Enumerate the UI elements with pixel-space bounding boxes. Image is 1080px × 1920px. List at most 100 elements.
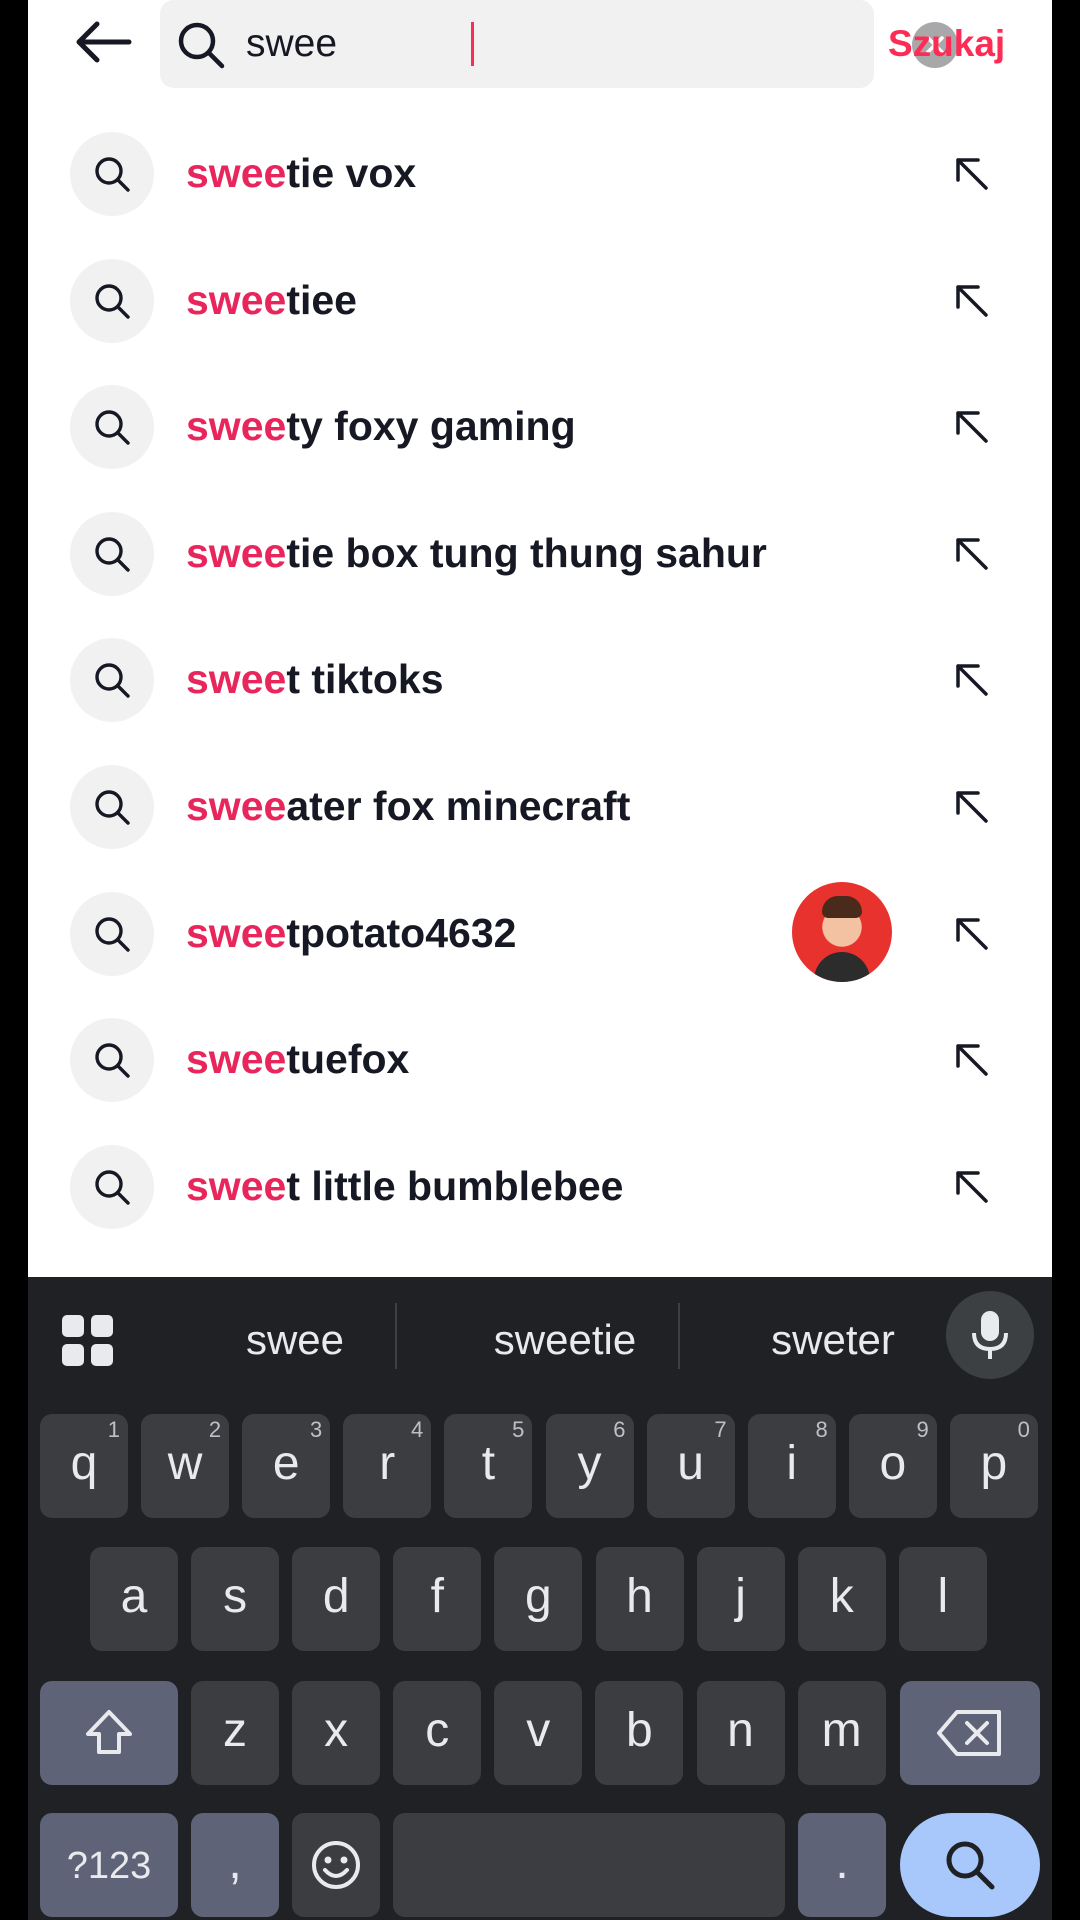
fill-query-arrow-icon[interactable] bbox=[950, 152, 992, 194]
suggestion-divider bbox=[395, 1303, 397, 1369]
voice-input-button[interactable] bbox=[946, 1291, 1034, 1379]
suggestion-match: swee bbox=[186, 529, 287, 576]
suggestion-item[interactable]: sweetuefox bbox=[28, 996, 1052, 1123]
key-label: l bbox=[937, 1570, 949, 1623]
back-button[interactable] bbox=[68, 10, 138, 74]
fill-query-arrow-icon[interactable] bbox=[950, 785, 992, 827]
text-cursor bbox=[471, 22, 474, 66]
key-label: c bbox=[425, 1704, 450, 1757]
suggestion-item[interactable]: sweetpotato4632 bbox=[28, 870, 1052, 997]
key-c[interactable]: c bbox=[393, 1681, 482, 1785]
key-label: h bbox=[626, 1570, 653, 1623]
keyboard-suggestion[interactable]: swee bbox=[170, 1305, 420, 1375]
suggestion-text: sweeater fox minecraft bbox=[186, 743, 630, 869]
suggestion-rest: ty foxy gaming bbox=[286, 403, 576, 450]
key-i[interactable]: i8 bbox=[747, 1414, 836, 1518]
key-o[interactable]: o9 bbox=[848, 1414, 937, 1518]
keyboard-suggestion[interactable]: sweetie bbox=[440, 1305, 690, 1375]
key-q[interactable]: q1 bbox=[40, 1414, 128, 1518]
key-e[interactable]: e3 bbox=[242, 1414, 331, 1518]
search-icon bbox=[70, 132, 154, 216]
period-key[interactable]: . bbox=[798, 1813, 886, 1917]
microphone-icon bbox=[972, 1311, 1008, 1359]
key-g[interactable]: g bbox=[494, 1547, 583, 1651]
symbols-key[interactable]: ?123 bbox=[40, 1813, 178, 1917]
key-k[interactable]: k bbox=[797, 1547, 886, 1651]
suggestion-item[interactable]: sweetie box tung thung sahur bbox=[28, 490, 1052, 617]
key-d[interactable]: d bbox=[292, 1547, 381, 1651]
key-x[interactable]: x bbox=[292, 1681, 381, 1785]
key-z[interactable]: z bbox=[191, 1681, 279, 1785]
key-w[interactable]: w2 bbox=[141, 1414, 230, 1518]
key-label: f bbox=[430, 1570, 444, 1623]
key-v[interactable]: v bbox=[494, 1681, 583, 1785]
search-key[interactable] bbox=[900, 1813, 1040, 1917]
apps-grid-icon[interactable] bbox=[62, 1315, 114, 1367]
backspace-icon bbox=[937, 1710, 1001, 1757]
back-arrow-icon bbox=[76, 21, 132, 63]
search-icon bbox=[70, 1018, 154, 1103]
suggestion-text: sweetuefox bbox=[186, 996, 409, 1122]
suggestion-rest: t tiktoks bbox=[286, 656, 444, 703]
on-screen-keyboard: swee sweetie sweter q1w2e3r4t5y6u7i8o9p0… bbox=[28, 1277, 1052, 1920]
key-hint: 3 bbox=[309, 1417, 323, 1442]
key-label: b bbox=[626, 1704, 653, 1757]
fill-query-arrow-icon[interactable] bbox=[950, 405, 992, 447]
key-label: ?123 bbox=[66, 1845, 152, 1887]
key-hint: 2 bbox=[208, 1417, 222, 1442]
key-label: n bbox=[727, 1704, 754, 1757]
key-label: i bbox=[786, 1437, 798, 1490]
key-y[interactable]: y6 bbox=[545, 1414, 634, 1518]
fill-query-arrow-icon[interactable] bbox=[950, 912, 992, 954]
fill-query-arrow-icon[interactable] bbox=[950, 532, 992, 574]
key-b[interactable]: b bbox=[595, 1681, 684, 1785]
suggestion-match: swee bbox=[186, 276, 287, 323]
key-f[interactable]: f bbox=[393, 1547, 482, 1651]
shift-key[interactable] bbox=[40, 1681, 178, 1785]
search-icon bbox=[70, 638, 154, 723]
suggestion-item[interactable]: sweet tiktoks bbox=[28, 616, 1052, 743]
search-submit-button[interactable]: Szukaj bbox=[888, 16, 1005, 72]
key-hint: 8 bbox=[815, 1417, 828, 1442]
keyboard-suggestion[interactable]: sweter bbox=[708, 1305, 958, 1375]
suggestion-item[interactable]: sweeater fox minecraft bbox=[28, 743, 1052, 870]
key-label: , bbox=[228, 1836, 242, 1889]
key-j[interactable]: j bbox=[696, 1547, 785, 1651]
key-h[interactable]: h bbox=[595, 1547, 684, 1651]
backspace-key[interactable] bbox=[900, 1681, 1040, 1785]
key-m[interactable]: m bbox=[797, 1681, 886, 1785]
fill-query-arrow-icon[interactable] bbox=[950, 279, 992, 321]
key-label: m bbox=[821, 1704, 862, 1757]
search-input[interactable] bbox=[246, 16, 766, 72]
suggestion-list: sweetie vox sweetiee sweety foxy gaming swe… bbox=[28, 110, 1052, 1249]
key-l[interactable]: l bbox=[898, 1547, 987, 1651]
suggestion-rest: t little bumblebee bbox=[286, 1162, 624, 1209]
suggestion-item[interactable]: sweetie vox bbox=[28, 110, 1052, 237]
key-u[interactable]: u7 bbox=[646, 1414, 735, 1518]
suggestion-item[interactable]: sweety foxy gaming bbox=[28, 363, 1052, 490]
suggestion-item[interactable]: sweet little bumblebee bbox=[28, 1123, 1052, 1250]
suggestion-text: sweetie vox bbox=[186, 110, 416, 236]
key-t[interactable]: t5 bbox=[444, 1414, 533, 1518]
key-r[interactable]: r4 bbox=[343, 1414, 432, 1518]
key-s[interactable]: s bbox=[191, 1547, 280, 1651]
key-n[interactable]: n bbox=[696, 1681, 785, 1785]
search-icon bbox=[70, 385, 154, 470]
key-hint: 9 bbox=[916, 1417, 929, 1442]
key-label: u bbox=[677, 1437, 704, 1490]
suggestion-item[interactable]: sweetiee bbox=[28, 237, 1052, 364]
fill-query-arrow-icon[interactable] bbox=[950, 1165, 992, 1207]
key-p[interactable]: p0 bbox=[949, 1414, 1038, 1518]
key-a[interactable]: a bbox=[90, 1547, 178, 1651]
key-hint: 0 bbox=[1017, 1417, 1030, 1442]
key-label: q bbox=[70, 1437, 98, 1490]
space-key[interactable] bbox=[393, 1813, 785, 1917]
fill-query-arrow-icon[interactable] bbox=[950, 658, 992, 700]
emoji-key[interactable] bbox=[292, 1813, 380, 1917]
search-bar[interactable] bbox=[160, 0, 958, 88]
search-icon bbox=[176, 20, 226, 70]
fill-query-arrow-icon[interactable] bbox=[950, 1038, 992, 1080]
suggestion-rest: tuefox bbox=[286, 1036, 410, 1083]
comma-key[interactable]: , bbox=[191, 1813, 279, 1917]
suggestion-rest: tpotato4632 bbox=[286, 909, 517, 956]
